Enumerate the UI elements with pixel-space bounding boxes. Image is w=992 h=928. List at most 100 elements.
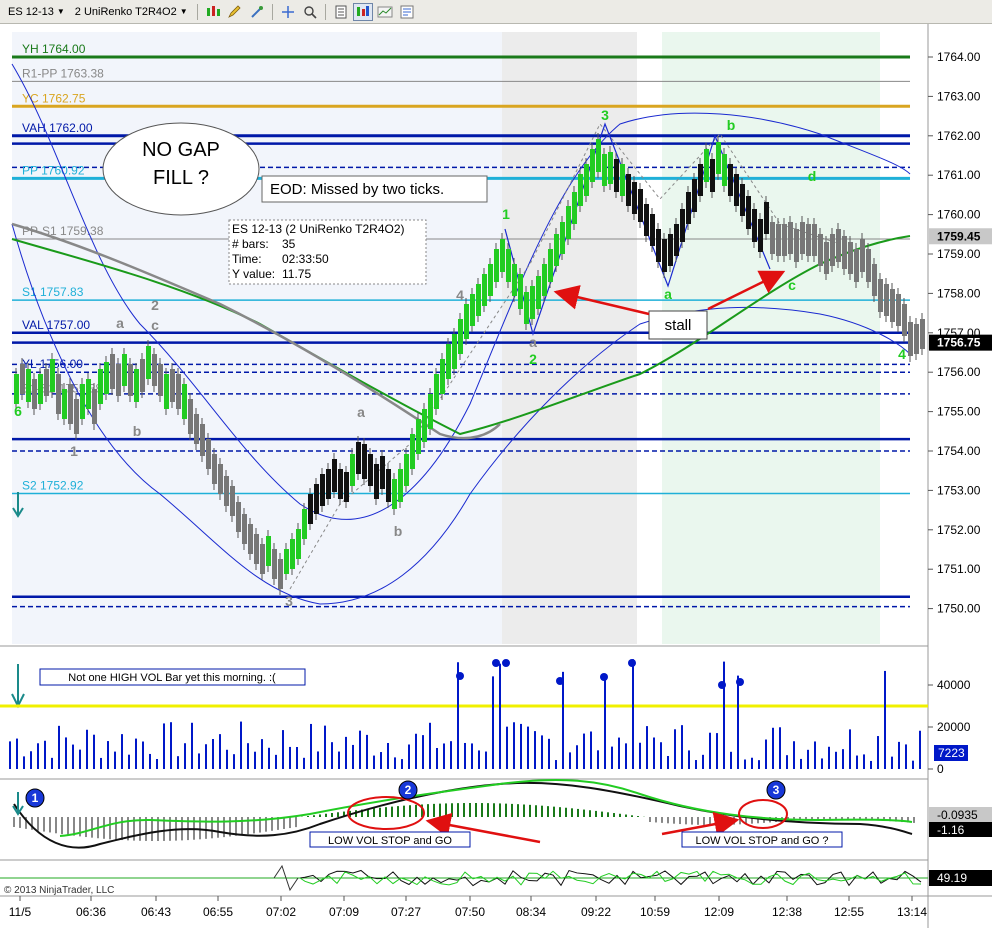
level-label: YH 1764.00 (22, 42, 86, 56)
bar-body (56, 374, 61, 414)
time-tick-label: 12:55 (834, 905, 864, 919)
bar-body (116, 364, 121, 396)
price-marker-label: 1759.45 (937, 229, 981, 243)
high-volume-dot (628, 659, 636, 667)
time-tick-label: 12:38 (772, 905, 802, 919)
low-vol-note-2: LOW VOL STOP and GO ? (695, 835, 828, 847)
bar-body (704, 149, 709, 182)
wave-label: 2 (529, 351, 537, 367)
bar-body (860, 239, 865, 272)
bar-body (890, 289, 895, 322)
bar-body (602, 154, 607, 186)
bar-body (572, 192, 577, 224)
bar-body (80, 384, 85, 419)
high-volume-dot (718, 681, 726, 689)
bar-body (338, 469, 343, 499)
time-tick-label: 07:09 (329, 905, 359, 919)
bar-body (206, 439, 211, 469)
data-box-icon (335, 5, 347, 18)
price-tick-label: 1764.00 (937, 50, 981, 64)
properties-button[interactable] (397, 3, 417, 21)
wave-label: b (394, 523, 403, 539)
bar-body (596, 139, 601, 172)
chart-area[interactable]: YH 1764.00 R1-PP 1763.38 YC 1762.75 VAH 176… (0, 24, 992, 928)
bar-body (668, 234, 673, 266)
bar-body (746, 196, 751, 229)
bar-body (560, 222, 565, 254)
high-volume-dot (502, 659, 510, 667)
bar-body (476, 284, 481, 316)
bar-body (248, 524, 253, 554)
bar-body (584, 164, 589, 196)
bar-body (122, 354, 127, 386)
bar-body (242, 514, 247, 544)
bar-body (872, 264, 877, 296)
bar-body (38, 374, 43, 404)
magnet-button[interactable] (247, 3, 267, 21)
bar-body (710, 159, 715, 192)
strategies-button[interactable] (375, 3, 395, 21)
data-box-value: 35 (282, 237, 296, 251)
bar-body (590, 149, 595, 182)
period-dropdown[interactable]: 2 UniRenko T2R4O2 ▼ (71, 3, 192, 21)
bar-body (218, 464, 223, 494)
time-tick-label: 07:27 (391, 905, 421, 919)
bar-body (296, 529, 301, 559)
time-tick-label: 07:50 (455, 905, 485, 919)
drawing-tools-button[interactable] (225, 3, 245, 21)
wave-label: b (133, 423, 142, 439)
bar-body (728, 164, 733, 196)
bar-body (914, 324, 919, 354)
instrument-dropdown[interactable]: ES 12-13 ▼ (4, 3, 69, 21)
bar-body (272, 549, 277, 579)
bar-body (488, 264, 493, 296)
bar-body (842, 236, 847, 269)
bar-body (152, 354, 157, 386)
bar-body (50, 359, 55, 392)
wave-label: a (116, 315, 124, 331)
level-label: YC 1762.75 (22, 91, 86, 105)
data-box-button[interactable] (331, 3, 351, 21)
bar-body (758, 219, 763, 252)
instrument-label: ES 12-13 (8, 5, 54, 18)
bar-body (128, 364, 133, 396)
price-marker-label: 1756.75 (937, 336, 981, 350)
bar-body (506, 249, 511, 282)
wave-label: 1 (70, 443, 78, 459)
magnet-icon (250, 5, 263, 18)
high-volume-dot (736, 678, 744, 686)
bar-body (770, 222, 775, 254)
bar-body (614, 159, 619, 192)
bar-body (500, 239, 505, 272)
data-box-key: # bars: (232, 237, 269, 251)
rsi-marker-label: 49.19 (937, 871, 967, 885)
wave-label: c (151, 317, 159, 333)
wave-label: 4 (456, 287, 464, 303)
bar-body (260, 544, 265, 574)
high-volume-dot (556, 677, 564, 685)
data-box-value: 11.75 (282, 267, 311, 281)
bar-body (788, 222, 793, 254)
time-tick-label: 11/5 (9, 905, 32, 919)
bar-body (182, 384, 187, 419)
bar-body (848, 242, 853, 274)
chart-toolbar: ES 12-13 ▼ 2 UniRenko T2R4O2 ▼ (0, 0, 992, 24)
crosshair-button[interactable] (278, 3, 298, 21)
bar-body (422, 409, 427, 442)
high-volume-dot (600, 673, 608, 681)
bar-type-icon (206, 5, 220, 16)
bar-body (74, 399, 79, 434)
bar-body (638, 189, 643, 222)
volume-tick-label: 40000 (937, 678, 971, 692)
bar-body (800, 222, 805, 254)
time-tick-label: 06:43 (141, 905, 171, 919)
zoom-button[interactable] (300, 3, 320, 21)
indicators-button[interactable] (352, 2, 373, 21)
wave-label: c (788, 277, 796, 293)
chart-canvas: YH 1764.00 R1-PP 1763.38 YC 1762.75 VAH 176… (0, 24, 992, 928)
bar-body (794, 229, 799, 262)
bar-body (494, 249, 499, 282)
wave-label: a (529, 334, 537, 350)
bar-body (878, 279, 883, 312)
bar-type-button[interactable] (203, 3, 223, 21)
